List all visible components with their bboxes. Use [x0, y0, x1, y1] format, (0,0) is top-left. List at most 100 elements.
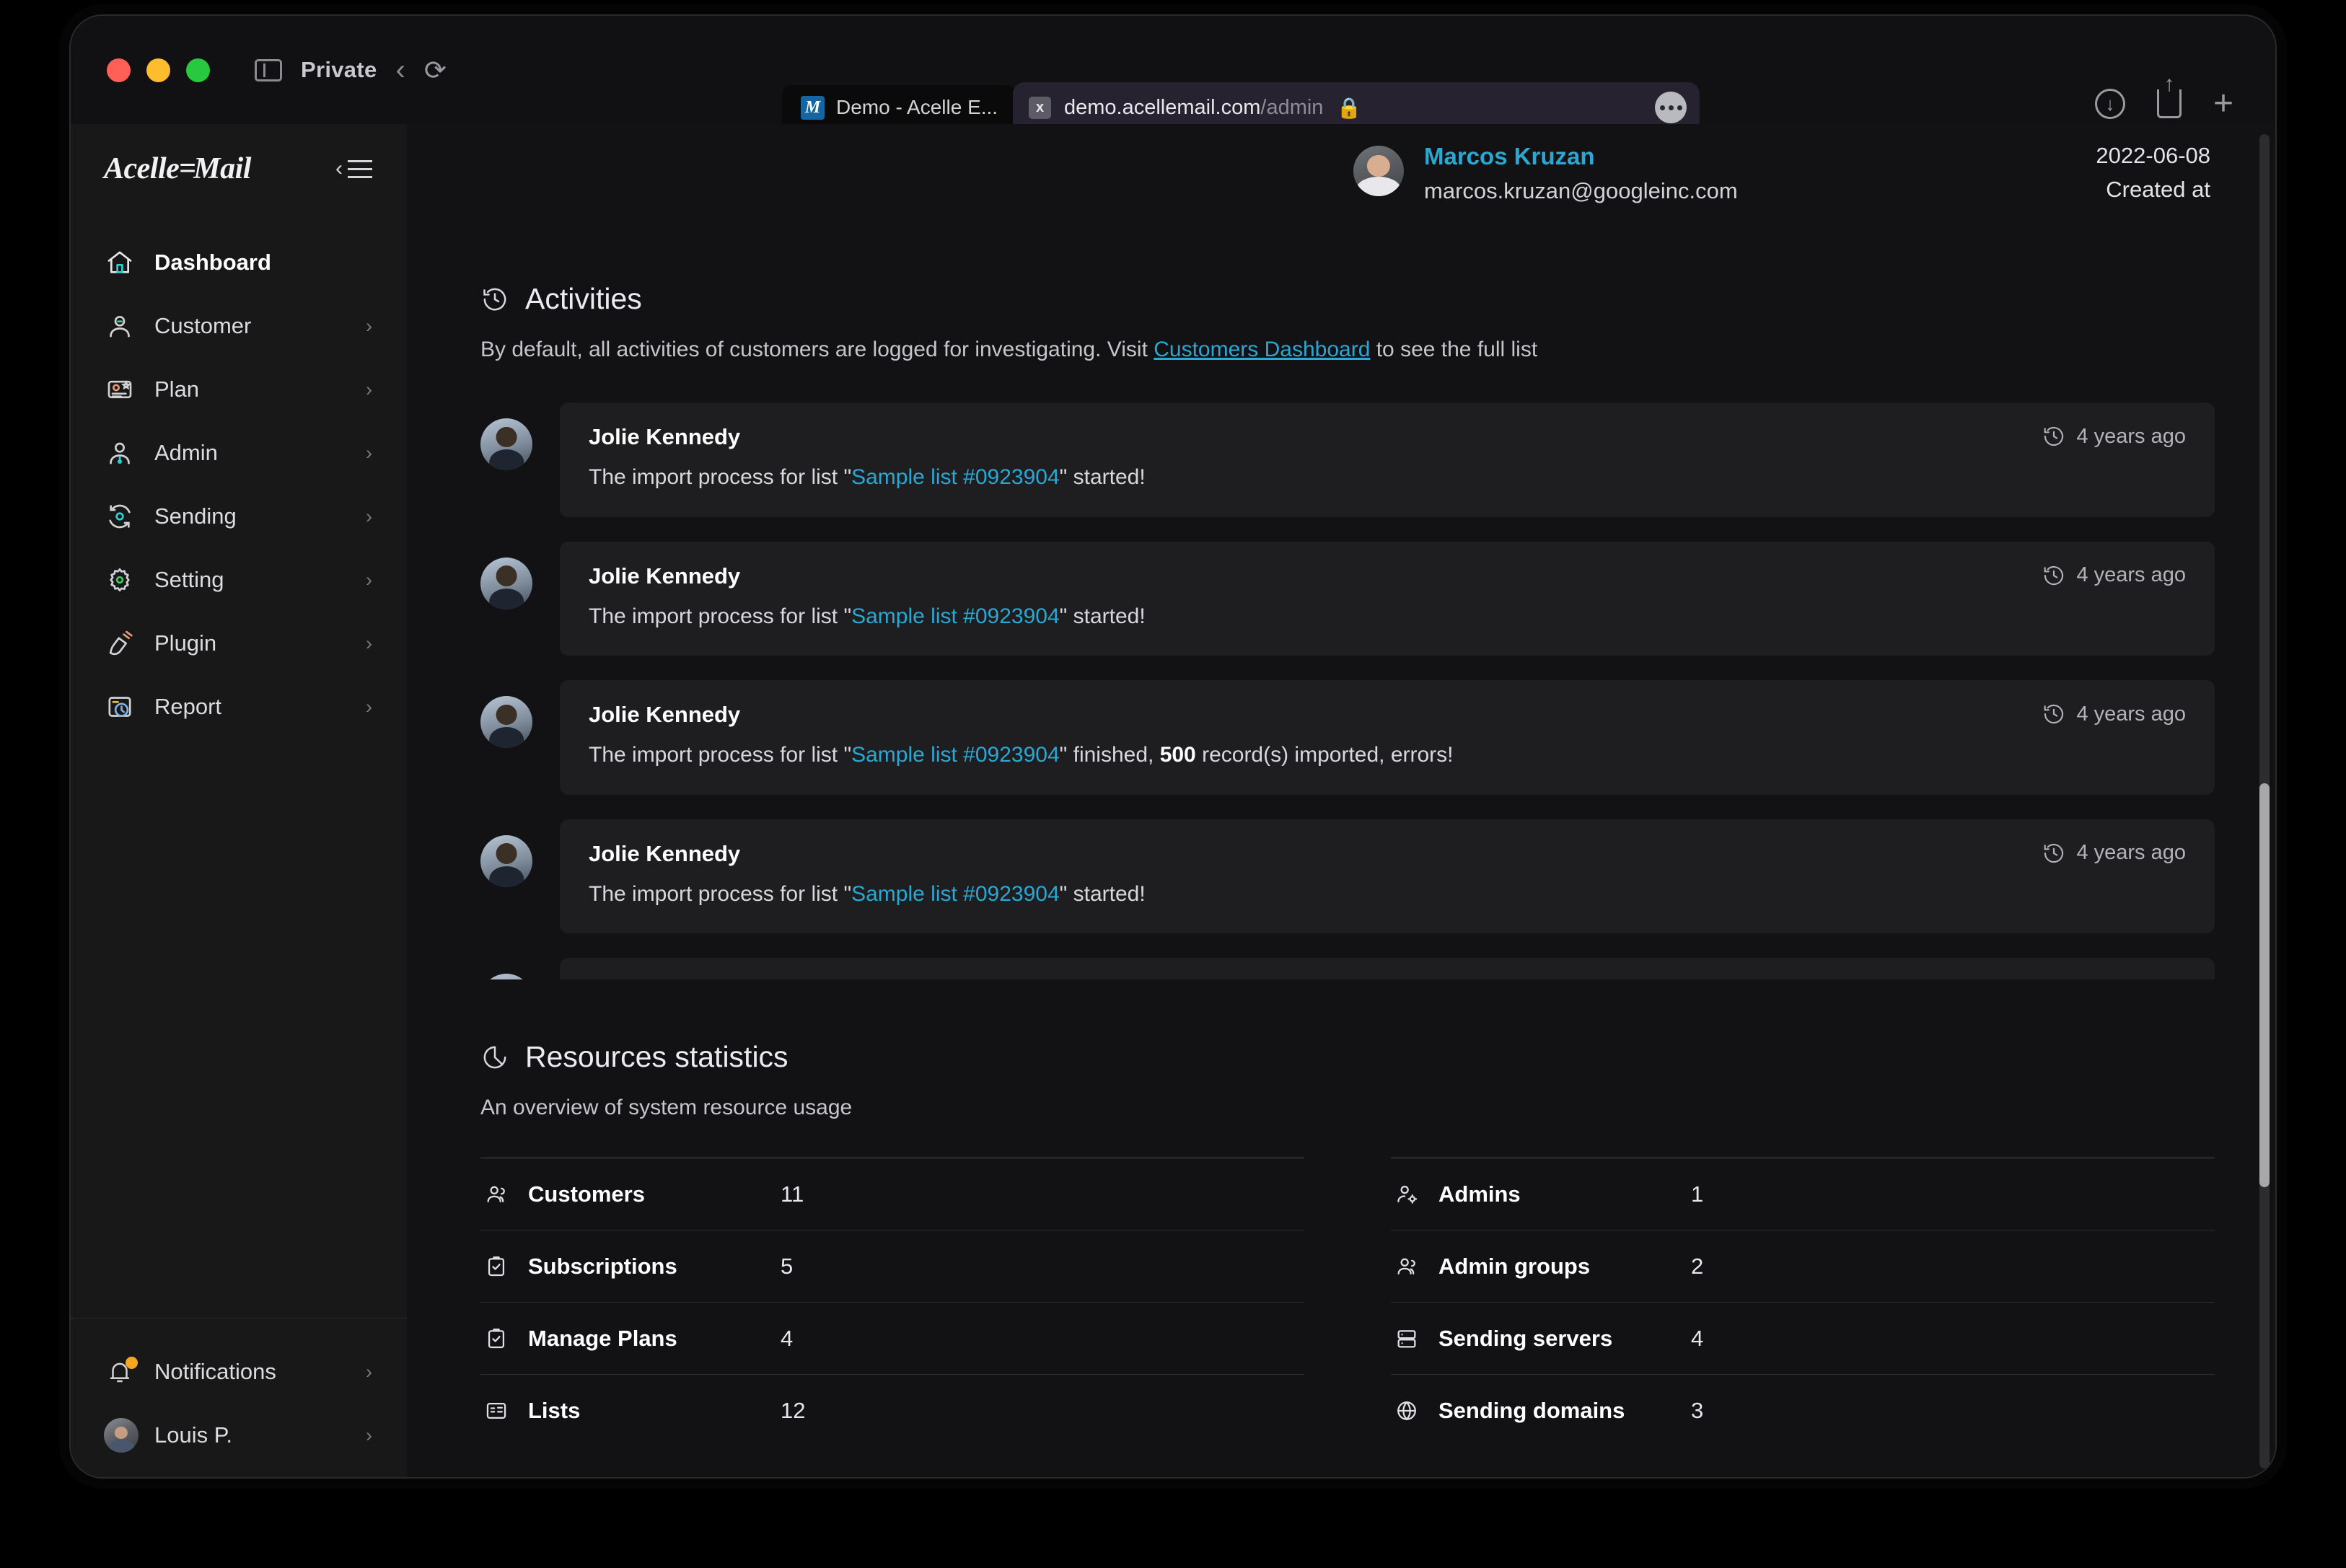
activity-row[interactable]: Jolie Kennedy The import process for lis…	[480, 402, 2215, 517]
avatar	[480, 974, 532, 979]
activity-text-before: The import process for list "	[589, 881, 852, 906]
chevron-right-icon: ›	[366, 1360, 372, 1383]
sidebar-item-plan[interactable]: Plan ›	[71, 358, 407, 421]
stat-row[interactable]: Admin groups 2	[1391, 1230, 2215, 1302]
logo-dash: =	[179, 152, 196, 185]
sidebar-collapse-button[interactable]: ‹	[335, 158, 372, 180]
scrollbar-thumb[interactable]	[2259, 783, 2270, 1187]
activity-list-link[interactable]: Sample list #0923904	[851, 604, 1060, 628]
tracker-blocker-icon[interactable]: x	[1029, 96, 1051, 119]
chevron-right-icon: ›	[366, 1424, 372, 1446]
app-logo[interactable]: Acelle=Mail	[104, 151, 251, 186]
stat-label: Customers	[528, 1181, 645, 1207]
admin-user-icon	[104, 439, 136, 467]
browser-tab[interactable]: M Demo - Acelle E...	[782, 85, 1017, 130]
history-icon	[480, 285, 509, 314]
hamburger-icon	[348, 159, 372, 178]
resources-title: Resources statistics	[525, 1040, 788, 1073]
stat-value: 4	[1691, 1325, 1704, 1351]
history-icon	[2042, 563, 2066, 588]
stat-row[interactable]: Lists 12	[480, 1374, 1304, 1446]
stat-label: Subscriptions	[528, 1253, 677, 1279]
stat-row[interactable]: Admins 1	[1391, 1158, 2215, 1230]
stat-row[interactable]: Sending servers 4	[1391, 1302, 2215, 1374]
activity-text-tail: record(s) imported, errors!	[1195, 743, 1454, 767]
chevron-right-icon: ›	[366, 505, 372, 527]
sidebar-item-sending[interactable]: Sending ›	[71, 485, 407, 548]
activity-record-count: 500	[1159, 743, 1196, 767]
sidebar-item-admin[interactable]: Admin ›	[71, 421, 407, 485]
clipboard-check-icon	[480, 1326, 512, 1351]
stat-label: Sending domains	[1438, 1397, 1625, 1423]
plan-card-icon	[104, 375, 136, 404]
page-menu-icon[interactable]	[1655, 92, 1687, 123]
customer-name-link[interactable]: Marcos Kruzan	[1424, 143, 1738, 170]
activity-row-partial[interactable]	[480, 958, 2215, 979]
history-icon	[2042, 424, 2066, 449]
sidebar-item-label: Setting	[154, 567, 224, 592]
activity-time-text: 4 years ago	[2076, 841, 2186, 864]
sidebar-item-customer[interactable]: Customer ›	[71, 294, 407, 358]
activity-text: The import process for list "Sample list…	[589, 741, 2020, 770]
sidebar-item-notifications[interactable]: Notifications ›	[71, 1340, 407, 1404]
new-tab-icon[interactable]: +	[2213, 87, 2233, 121]
window-controls[interactable]	[107, 58, 210, 82]
stat-value: 11	[781, 1181, 804, 1207]
stat-label: Lists	[528, 1397, 581, 1423]
browser-window: Private ‹ ⟳ M Demo - Acelle E... x demo.…	[69, 14, 2277, 1479]
page-scrollbar[interactable]	[2259, 134, 2270, 1468]
stat-value: 1	[1691, 1181, 1704, 1207]
minimize-window-button[interactable]	[146, 58, 170, 82]
sidebar-item-plugin[interactable]: Plugin ›	[71, 612, 407, 675]
sidebar-item-report[interactable]: Report ›	[71, 675, 407, 739]
close-window-button[interactable]	[107, 58, 131, 82]
sidebar-toggle-icon[interactable]	[255, 58, 282, 82]
stat-row[interactable]: Manage Plans 4	[480, 1302, 1304, 1374]
logo-part-1: Acelle	[104, 152, 180, 185]
maximize-window-button[interactable]	[186, 58, 210, 82]
activity-row[interactable]: Jolie Kennedy The import process for lis…	[480, 680, 2215, 795]
activity-list-link[interactable]: Sample list #0923904	[851, 882, 1060, 906]
sidebar-item-user-profile[interactable]: Louis P. ›	[71, 1404, 407, 1467]
activity-list-link[interactable]: Sample list #0923904	[851, 465, 1060, 489]
tab-title: Demo - Acelle E...	[836, 96, 998, 118]
chevron-right-icon: ›	[366, 314, 372, 337]
list-icon	[480, 1399, 512, 1423]
activity-text-after: " started!	[1059, 881, 1146, 906]
stat-value: 2	[1691, 1253, 1704, 1279]
clipboard-check-icon	[480, 1254, 512, 1279]
share-icon[interactable]	[2156, 89, 2182, 118]
activities-section: Activities By default, all activities of…	[480, 204, 2215, 979]
activity-user-name: Jolie Kennedy	[589, 702, 741, 727]
bell-icon	[104, 1357, 138, 1386]
stat-row[interactable]: Subscriptions 5	[480, 1230, 1304, 1302]
activity-text-before: The import process for list "	[589, 465, 852, 489]
activity-row[interactable]: Jolie Kennedy The import process for lis…	[480, 819, 2215, 933]
globe-icon	[1391, 1399, 1423, 1423]
activity-timestamp: 4 years ago	[2042, 424, 2186, 449]
activity-row[interactable]: Jolie Kennedy The import process for lis…	[480, 541, 2215, 656]
sidebar-item-label: Plugin	[154, 630, 217, 656]
history-icon	[2042, 841, 2066, 866]
sidebar-item-setting[interactable]: Setting ›	[71, 548, 407, 612]
reload-icon[interactable]: ⟳	[424, 57, 447, 84]
customers-dashboard-link[interactable]: Customers Dashboard	[1154, 338, 1370, 361]
activity-user-name: Jolie Kennedy	[589, 563, 741, 589]
sending-sync-icon	[104, 502, 136, 531]
chevron-right-icon: ›	[366, 695, 372, 718]
stat-row[interactable]: Customers 11	[480, 1158, 1304, 1230]
activity-list-link[interactable]: Sample list #0923904	[851, 743, 1060, 767]
sidebar-item-dashboard[interactable]: Dashboard	[71, 231, 407, 294]
sidebar-item-label: Report	[154, 694, 222, 719]
browser-toolbar: Private ‹ ⟳ M Demo - Acelle E... x demo.…	[71, 16, 2275, 133]
activity-text: The import process for list "Sample list…	[589, 602, 2020, 632]
sidebar-item-label: Dashboard	[154, 250, 271, 275]
chevron-right-icon: ›	[366, 378, 372, 400]
stat-row[interactable]: Sending domains 3	[1391, 1374, 2215, 1446]
download-icon[interactable]	[2094, 89, 2125, 119]
chevron-left-icon[interactable]: ‹	[396, 56, 405, 84]
chevron-right-icon: ›	[366, 441, 372, 464]
avatar	[480, 696, 532, 748]
stat-label: Admins	[1438, 1181, 1521, 1207]
brand-row: Acelle=Mail ‹	[71, 124, 407, 186]
